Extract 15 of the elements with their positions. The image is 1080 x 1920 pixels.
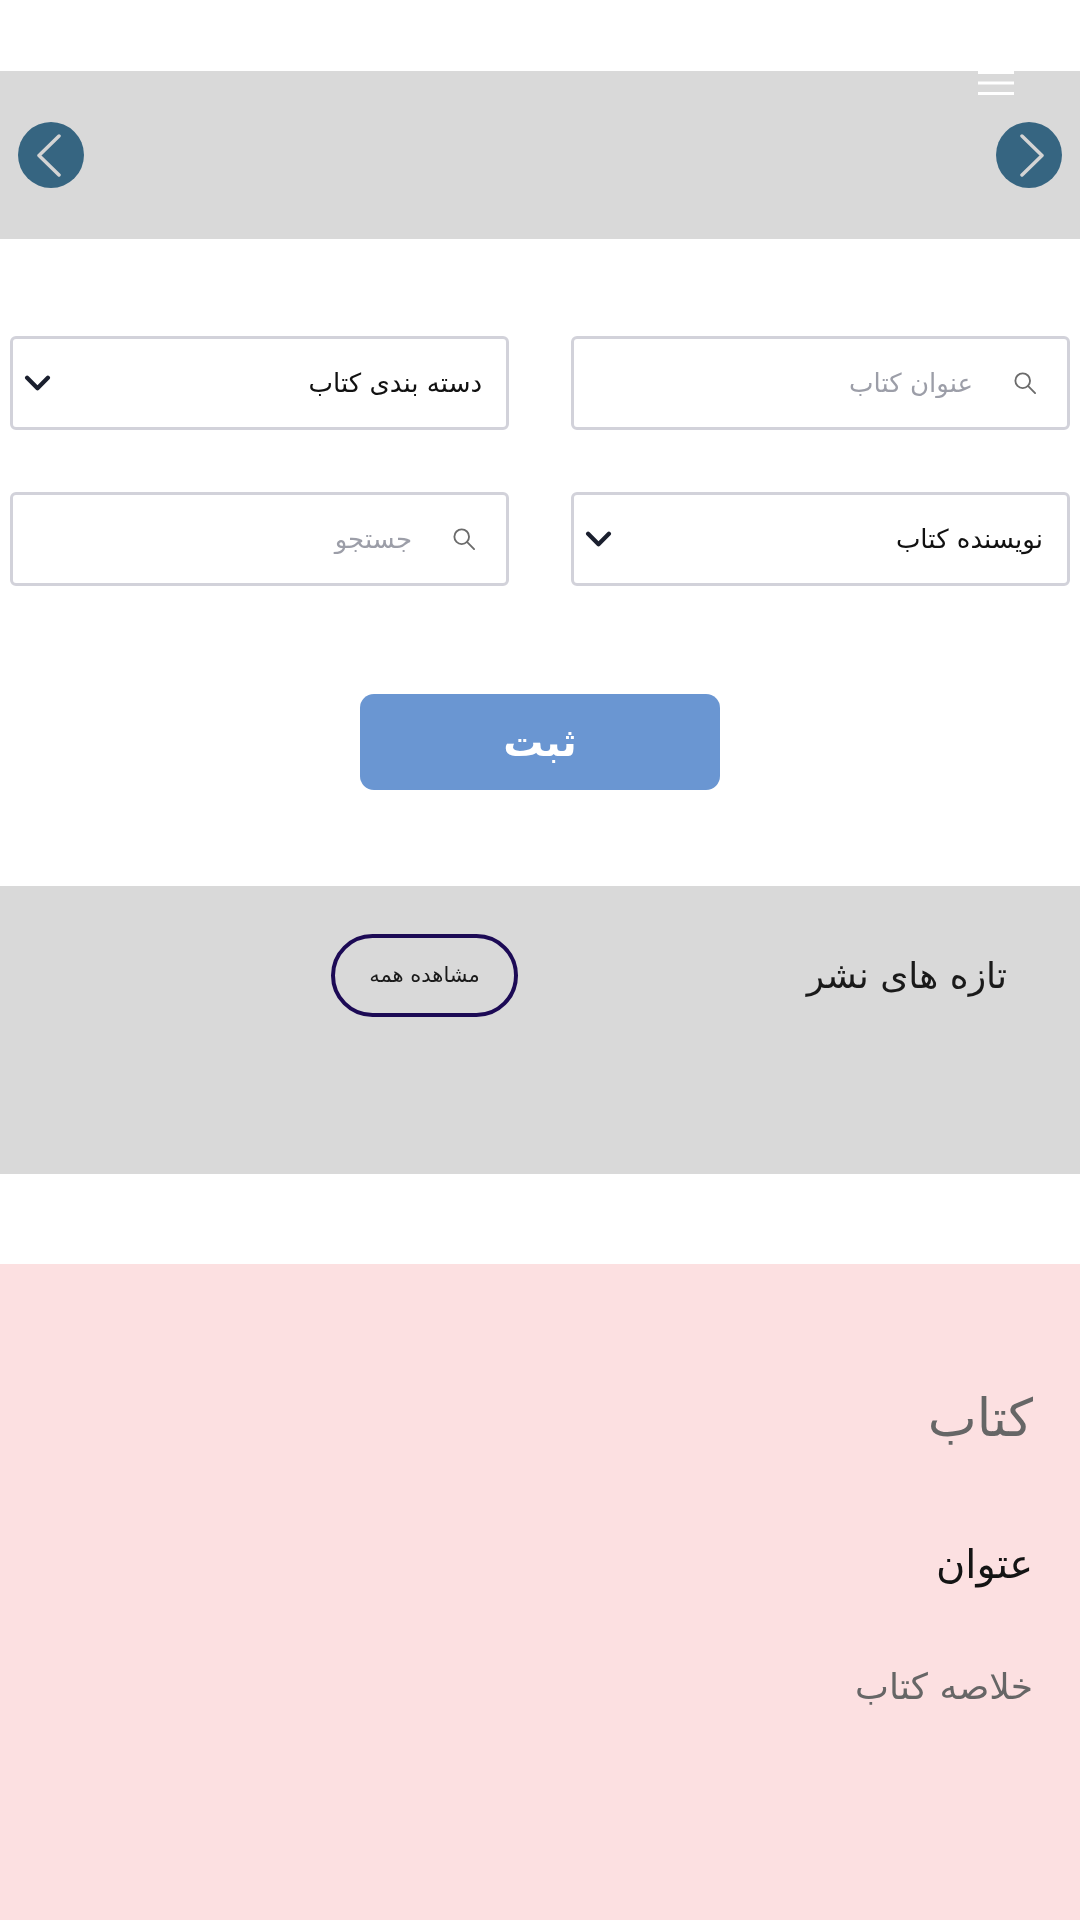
chevron-down-icon: [585, 530, 612, 548]
view-all-button[interactable]: مشاهده همه: [331, 934, 518, 1017]
book-title: عتوان: [935, 1540, 1033, 1590]
search-field[interactable]: جستجو: [10, 492, 509, 586]
chevron-down-icon: [24, 374, 51, 392]
book-heading: کتاب: [927, 1387, 1033, 1450]
chevron-left-icon: [36, 133, 62, 177]
chevron-right-icon: [1018, 133, 1044, 177]
search-icon: [1014, 372, 1036, 394]
dropdown-select[interactable]: نویسنده کتاب: [571, 492, 1070, 586]
search-field[interactable]: عنوان کتاب: [571, 336, 1070, 430]
search-icon: [453, 528, 475, 550]
dropdown-select[interactable]: دسته بندی کتاب: [10, 336, 509, 430]
book-summary: خلاصه کتاب: [855, 1665, 1033, 1709]
section-heading: تازه های نشر: [806, 954, 1007, 999]
